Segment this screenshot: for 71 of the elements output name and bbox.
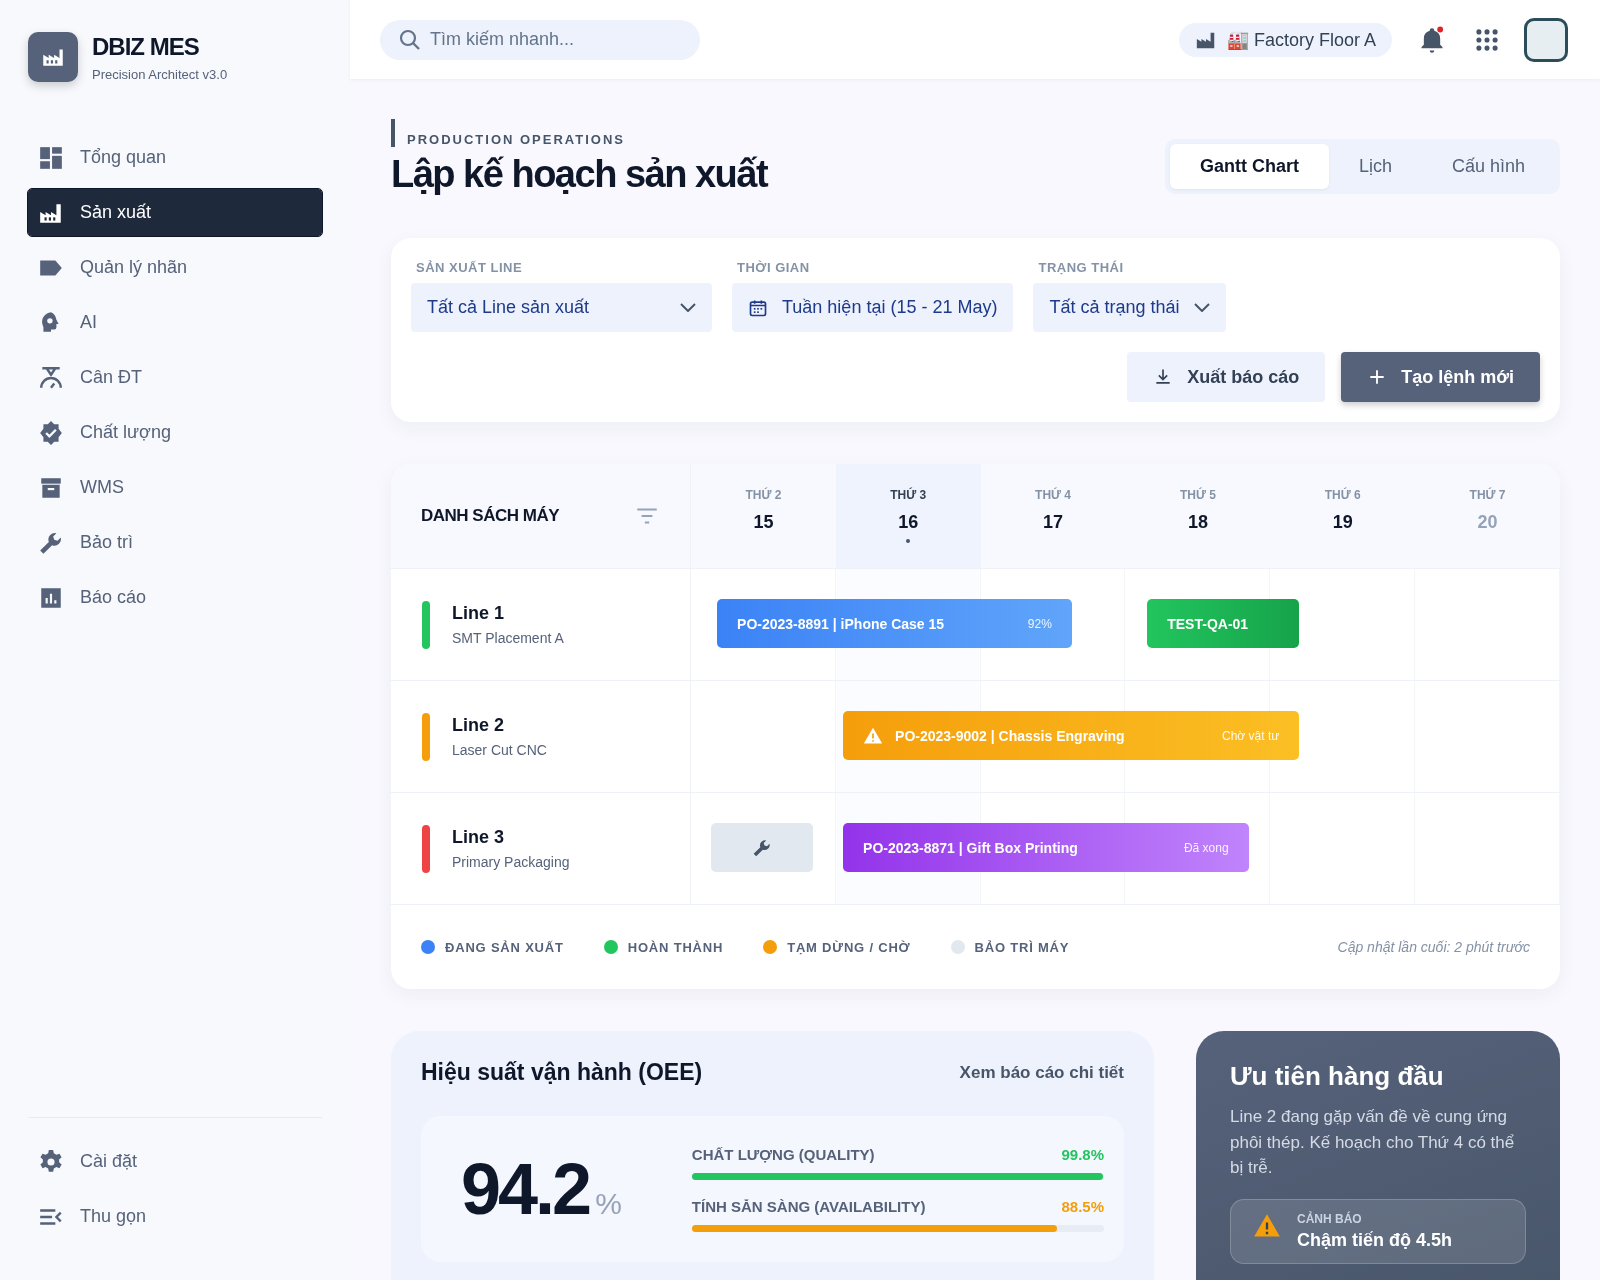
page-title: Lập kế hoạch sản xuất [391, 153, 768, 196]
last-updated-text: Cập nhật lần cuối: 2 phút trước [1337, 939, 1530, 955]
legend-label: TẠM DỪNG / CHỜ [787, 939, 911, 955]
production-bar[interactable]: PO-2023-8891 | iPhone Case 15 92% [717, 599, 1072, 648]
priority-text: Line 2 đang gặp vấn đề về cung ứng phôi thép. Kế hoạch cho Thứ 4 có thể bị trễ. [1230, 1106, 1516, 1179]
sidebar-item[interactable]: Báo cáo [28, 574, 322, 621]
brand-name: DBIZ MES [92, 32, 200, 61]
detail-report-link[interactable]: Xem báo cáo chi tiết [959, 1062, 1124, 1083]
legend-label: HOÀN THÀNH [627, 939, 724, 955]
line-name: Line 3 [452, 827, 505, 848]
filter-dropdown[interactable]: Tất cả trạng thái [1033, 283, 1226, 332]
badge-check-icon [38, 419, 64, 446]
day-header: THỨ 7 20 [1468, 486, 1507, 534]
avatar[interactable] [1524, 17, 1568, 62]
apps-grid-icon[interactable] [1476, 28, 1498, 51]
eyebrow-label: PRODUCTION OPERATIONS [391, 119, 768, 147]
priority-title: Ưu tiên hàng đầu [1230, 1061, 1445, 1092]
wrench-icon [751, 837, 772, 858]
metric-label: TÍNH SẴN SÀNG (AVAILABILITY) [691, 1198, 926, 1215]
scale-icon [38, 364, 64, 391]
sidebar-item[interactable]: WMS [28, 464, 322, 511]
oee-title: Hiệu suất vận hành (OEE) [421, 1059, 703, 1086]
sidebar-item[interactable]: Sản xuất [28, 189, 322, 236]
metric-value: 99.8% [1061, 1146, 1104, 1163]
sidebar-item[interactable]: Tổng quan [28, 134, 322, 181]
machine-list-title: DANH SÁCH MÁY [421, 506, 559, 526]
view-tab[interactable]: Cấu hình [1421, 144, 1555, 189]
chevron-down-icon [680, 303, 696, 312]
finished-bar[interactable]: PO-2023-8871 | Gift Box Printing Đã xong [843, 823, 1249, 872]
metric-label: CHẤT LƯỢNG (QUALITY) [691, 1146, 875, 1163]
alert-text: Chậm tiến độ 4.5h [1297, 1229, 1453, 1251]
oee-value: 94.2 [461, 1148, 590, 1230]
line-name: Line 1 [452, 603, 505, 624]
filter-label: TRẠNG THÁI [1037, 260, 1125, 275]
view-tab[interactable]: Gantt Chart [1169, 144, 1329, 189]
machine-name: SMT Placement A [452, 630, 564, 646]
machine-name: Laser Cut CNC [452, 742, 547, 758]
search-icon [398, 27, 422, 52]
legend-label: BẢO TRÌ MÁY [974, 939, 1070, 955]
sidebar-item[interactable]: Thu gọn [28, 1193, 322, 1240]
dashboard-icon [38, 144, 64, 171]
brand-subtitle: Precision Architect v3.0 [92, 66, 228, 82]
search-field[interactable]: Tìm kiếm nhanh... [380, 19, 700, 60]
chevron-down-icon [1193, 303, 1210, 312]
location-selector[interactable]: 🏭 Factory Floor A [1178, 22, 1392, 57]
settings-icon [38, 1148, 64, 1175]
machine-name: Primary Packaging [452, 854, 570, 870]
line-name: Line 2 [452, 715, 505, 736]
export-button[interactable]: Xuất báo cáo [1127, 352, 1326, 402]
logo-icon [28, 32, 78, 82]
create-order-button[interactable]: Tạo lệnh mới [1341, 352, 1540, 402]
filter-label: THỜI GIAN [736, 260, 811, 275]
day-header: THỨ 2 15 [744, 486, 783, 534]
sidebar-item[interactable]: Chất lượng [28, 409, 322, 456]
day-header: THỨ 6 19 [1323, 486, 1362, 534]
day-header: THỨ 4 17 [1034, 486, 1073, 534]
sidebar-item[interactable]: Bảo trì [28, 519, 322, 566]
sidebar-item[interactable]: AI [28, 299, 322, 346]
metric-value: 88.5% [1061, 1198, 1104, 1215]
day-header: THỨ 3 16 [835, 464, 981, 568]
legend-label: ĐANG SẢN XUẤT [445, 939, 564, 955]
filter-dropdown[interactable]: Tất cả Line sản xuất [411, 283, 712, 332]
filter-label: SẢN XUẤT LINE [415, 260, 524, 275]
day-header: THỨ 5 18 [1178, 486, 1217, 534]
view-tab[interactable]: Lịch [1328, 144, 1422, 189]
sidebar-item[interactable]: Quản lý nhãn [28, 244, 322, 291]
sidebar-item[interactable]: Cài đặt [28, 1138, 322, 1185]
sidebar-item[interactable]: Cân ĐT [28, 354, 322, 401]
oee-unit: % [595, 1187, 622, 1221]
filter-dropdown[interactable]: Tuần hiện tại (15 - 21 May) [732, 283, 1014, 332]
alert-label: CẢNH BÁO [1297, 1211, 1363, 1226]
